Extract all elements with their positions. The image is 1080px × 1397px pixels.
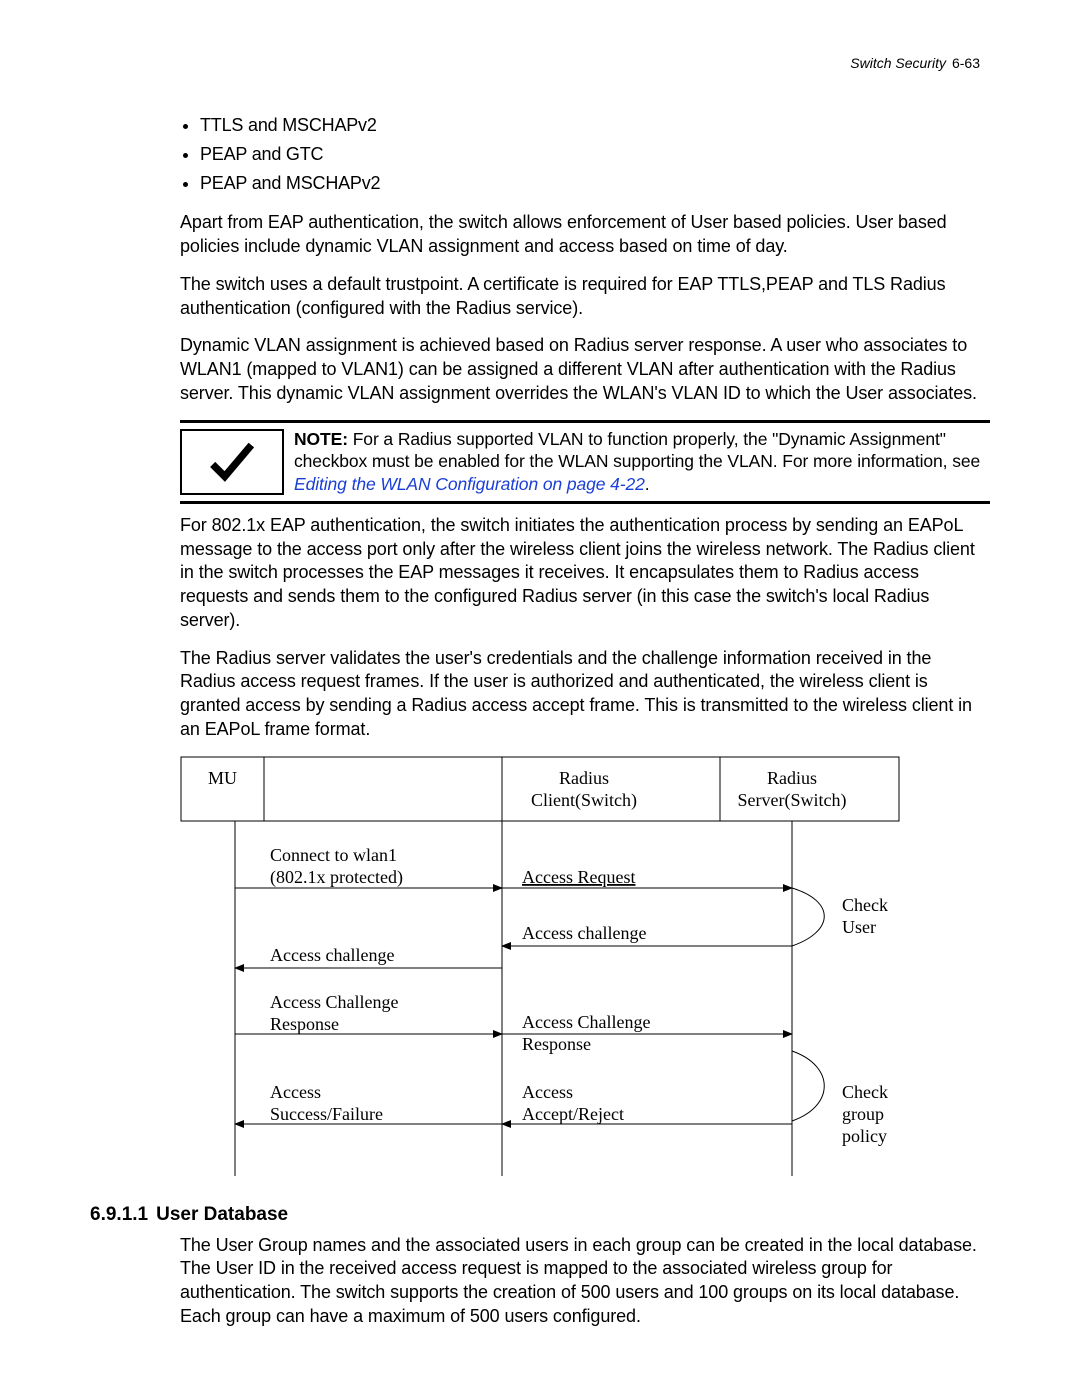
note-text: NOTE: For a Radius supported VLAN to fun…: [292, 423, 990, 501]
body-paragraph: Apart from EAP authentication, the switc…: [180, 211, 990, 259]
diagram-col-mu: MU: [208, 768, 237, 788]
list-item: PEAP and GTC: [200, 140, 990, 169]
diagram-label: Response: [270, 1014, 339, 1034]
diagram-label: Access challenge: [522, 923, 646, 943]
bullet-list: TTLS and MSCHAPv2 PEAP and GTC PEAP and …: [180, 111, 990, 197]
diagram-col-radius-server-b: Server(Switch): [738, 790, 847, 811]
diagram-label: Response: [522, 1034, 591, 1054]
body-paragraph: For 802.1x EAP authentication, the switc…: [180, 514, 990, 633]
diagram-label: Access Challenge: [270, 992, 398, 1012]
diagram-label: Check: [842, 1082, 888, 1102]
diagram-label: Accept/Reject: [522, 1104, 624, 1124]
diagram-col-radius-server-a: Radius: [767, 768, 817, 788]
diagram-col-radius-client-a: Radius: [559, 768, 609, 788]
note-callout: NOTE: For a Radius supported VLAN to fun…: [180, 420, 990, 504]
header-title: Switch Security: [850, 55, 946, 71]
note-link[interactable]: Editing the WLAN Configuration on page 4…: [294, 474, 645, 494]
diagram-col-radius-client-b: Client(Switch): [531, 790, 637, 811]
diagram-label: Success/Failure: [270, 1104, 383, 1124]
diagram-label: Access: [522, 1082, 573, 1102]
page-header: Switch Security 6-63: [90, 55, 990, 71]
section-title: User Database: [156, 1204, 288, 1225]
body-paragraph: Dynamic VLAN assignment is achieved base…: [180, 334, 990, 405]
header-page: 6-63: [952, 55, 980, 71]
diagram-label: Access Challenge: [522, 1012, 650, 1032]
diagram-label: (802.1x protected): [270, 867, 403, 888]
note-body-b: .: [645, 474, 650, 494]
diagram-label: Access: [270, 1082, 321, 1102]
section-number: 6.9.1.1: [90, 1204, 148, 1225]
diagram-label: User: [842, 917, 876, 937]
diagram-label: Check: [842, 895, 888, 915]
note-label: NOTE:: [294, 429, 348, 449]
body-paragraph: The User Group names and the associated …: [180, 1234, 990, 1329]
list-item: TTLS and MSCHAPv2: [200, 111, 990, 140]
diagram-label: Connect to wlan1: [270, 845, 397, 865]
diagram-label: Access Request: [522, 867, 635, 887]
sequence-diagram: MU Radius Client(Switch) Radius Server(S…: [180, 756, 990, 1186]
diagram-label: Access challenge: [270, 945, 394, 965]
body-paragraph: The Radius server validates the user's c…: [180, 647, 990, 742]
diagram-label: policy: [842, 1126, 887, 1146]
body-paragraph: The switch uses a default trustpoint. A …: [180, 273, 990, 321]
list-item: PEAP and MSCHAPv2: [200, 169, 990, 198]
checkmark-icon: [180, 429, 284, 495]
note-body-a: For a Radius supported VLAN to function …: [294, 429, 980, 472]
section-heading: 6.9.1.1 User Database: [90, 1204, 990, 1226]
diagram-label: group: [842, 1104, 884, 1124]
